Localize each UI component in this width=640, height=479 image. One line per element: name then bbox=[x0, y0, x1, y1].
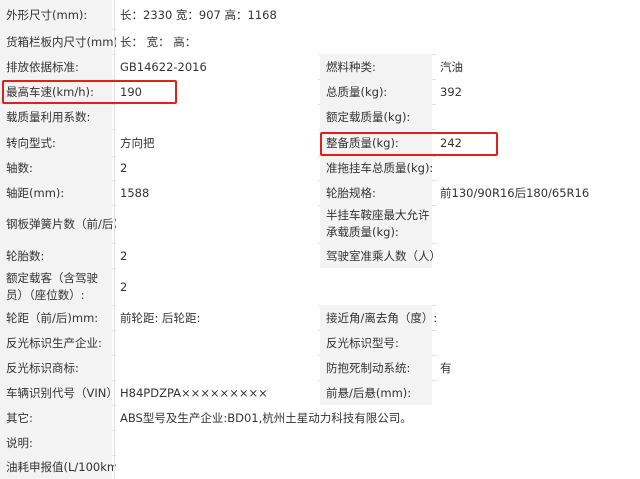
value-trailer-mass bbox=[436, 156, 640, 180]
row-rated-passengers: 额定载客（含驾驶员）（座位数）: 2 bbox=[0, 268, 640, 306]
value-approach-angle bbox=[436, 305, 640, 330]
row-max-speed: 最高车速(km/h): 190 总质量(kg): 392 bbox=[0, 79, 640, 105]
label-approach-angle: 接近角/离去角（度）: bbox=[320, 305, 437, 330]
label-wheelbase: 轴距(mm): bbox=[0, 180, 112, 205]
label-tire-count: 轮胎数: bbox=[0, 243, 112, 268]
label-reflector-model: 反光标识型号: bbox=[320, 330, 432, 355]
value-overhang bbox=[436, 380, 640, 405]
label-max-speed: 最高车速(km/h): bbox=[0, 79, 112, 104]
value-dimensions: 长：2330 宽：907 高：1168 bbox=[116, 0, 640, 29]
label-curb-weight: 整备质量(kg): bbox=[320, 129, 432, 156]
label-overhang: 前悬/后悬(mm): bbox=[320, 380, 432, 405]
value-max-speed: 190 bbox=[116, 79, 318, 104]
value-cargo-box-size: 长： 宽： 高： bbox=[116, 29, 640, 54]
label-vin: 车辆识别代号（VIN）: bbox=[0, 380, 122, 405]
value-vin: H84PDZPA××××××××× bbox=[116, 380, 318, 405]
label-abs: 防抱死制动系统: bbox=[320, 355, 432, 380]
row-notes: 说明: bbox=[0, 430, 640, 456]
label-saddle-load: 半挂车鞍座最大允许承载质量(kg): bbox=[320, 205, 432, 243]
value-reflector-brand bbox=[116, 355, 318, 380]
label-track-width: 轮距（前/后)mm: bbox=[0, 305, 112, 330]
row-other: 其它: ABS型号及生产企业:BD01,杭州土星动力科技有限公司。 bbox=[0, 405, 640, 431]
label-tire-spec: 轮胎规格: bbox=[320, 180, 432, 205]
value-emission-standard: GB14622-2016 bbox=[116, 54, 318, 79]
label-steering-type: 转向型式: bbox=[0, 129, 112, 156]
row-tire-count: 轮胎数: 2 驾驶室准乘人数（人）: bbox=[0, 243, 640, 269]
label-axles: 轴数: bbox=[0, 156, 112, 180]
value-load-coefficient bbox=[116, 104, 318, 129]
value-reflector-maker bbox=[116, 330, 318, 355]
label-reflector-maker: 反光标识生产企业: bbox=[0, 330, 112, 355]
value-tire-count: 2 bbox=[116, 243, 318, 268]
label-rated-load: 额定载质量(kg): bbox=[320, 104, 432, 129]
label-emission-standard: 排放依据标准: bbox=[0, 54, 112, 79]
value-rated-load bbox=[436, 104, 640, 129]
row-axles: 轴数: 2 准拖挂车总质量(kg): bbox=[0, 156, 640, 181]
value-wheelbase: 1588 bbox=[116, 180, 318, 205]
row-dimensions: 外形尺寸(mm): 长：2330 宽：907 高：1168 bbox=[0, 0, 640, 30]
label-cab-capacity: 驾驶室准乘人数（人）: bbox=[320, 243, 445, 268]
label-other: 其它: bbox=[0, 405, 112, 430]
value-reflector-model bbox=[436, 330, 640, 355]
value-rated-passengers: 2 bbox=[116, 268, 640, 305]
label-fuel-consumption: 油耗申报值(L/100km): bbox=[0, 455, 126, 479]
row-steering-type: 转向型式: 方向把 整备质量(kg): 242 bbox=[0, 129, 640, 157]
value-fuel-consumption bbox=[116, 455, 640, 479]
label-load-coefficient: 载质量利用系数: bbox=[0, 104, 112, 129]
value-tire-spec: 前130/90R16后180/65R16 bbox=[436, 180, 640, 205]
label-total-mass: 总质量(kg): bbox=[320, 79, 432, 104]
row-load-coefficient: 载质量利用系数: 额定载质量(kg): bbox=[0, 104, 640, 130]
row-cargo-box-size: 货箱栏板内尺寸(mm): 长： 宽： 高： bbox=[0, 29, 640, 55]
value-curb-weight: 242 bbox=[436, 129, 640, 156]
row-wheelbase: 轴距(mm): 1588 轮胎规格: 前130/90R16后180/65R16 bbox=[0, 180, 640, 206]
label-fuel-type: 燃料种类: bbox=[320, 54, 432, 79]
value-fuel-type: 汽油 bbox=[436, 54, 640, 79]
label-dimensions: 外形尺寸(mm): bbox=[0, 0, 112, 29]
label-trailer-mass: 准拖挂车总质量(kg): bbox=[320, 156, 433, 180]
label-notes: 说明: bbox=[0, 430, 112, 455]
value-axles: 2 bbox=[116, 156, 318, 180]
label-reflector-brand: 反光标识商标: bbox=[0, 355, 112, 380]
row-fuel-consumption: 油耗申报值(L/100km): bbox=[0, 455, 640, 479]
value-notes bbox=[116, 430, 640, 455]
row-reflector-maker: 反光标识生产企业: 反光标识型号: bbox=[0, 330, 640, 356]
row-track-width: 轮距（前/后)mm: 前轮距: 后轮距: 接近角/离去角（度）: bbox=[0, 305, 640, 331]
value-total-mass: 392 bbox=[436, 79, 640, 104]
value-steering-type: 方向把 bbox=[116, 129, 318, 156]
row-emission-standard: 排放依据标准: GB14622-2016 燃料种类: 汽油 bbox=[0, 54, 640, 80]
label-cargo-box-size: 货箱栏板内尺寸(mm): bbox=[0, 29, 122, 54]
label-rated-passengers: 额定载客（含驾驶员）（座位数）: bbox=[0, 268, 112, 305]
value-leaf-springs bbox=[116, 205, 318, 243]
value-track-width: 前轮距: 后轮距: bbox=[116, 305, 318, 330]
value-abs: 有 bbox=[436, 355, 640, 380]
column-divider bbox=[114, 0, 115, 479]
row-reflector-brand: 反光标识商标: 防抱死制动系统: 有 bbox=[0, 355, 640, 381]
row-vin: 车辆识别代号（VIN）: H84PDZPA××××××××× 前悬/后悬(mm)… bbox=[0, 380, 640, 406]
value-cab-capacity bbox=[436, 243, 640, 268]
value-saddle-load bbox=[436, 205, 640, 243]
row-leaf-springs: 钢板弹簧片数（前/后）: 半挂车鞍座最大允许承载质量(kg): bbox=[0, 205, 640, 244]
label-leaf-springs: 钢板弹簧片数（前/后）: bbox=[0, 205, 129, 243]
value-other: ABS型号及生产企业:BD01,杭州土星动力科技有限公司。 bbox=[116, 405, 640, 430]
